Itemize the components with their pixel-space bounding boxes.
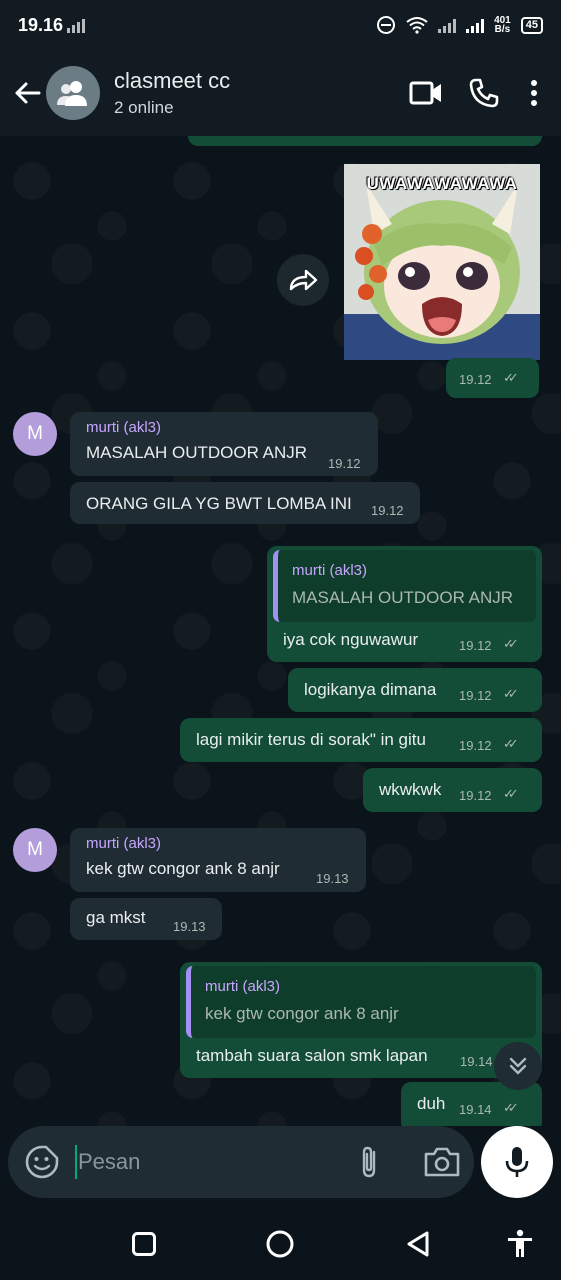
message-text: duh [417,1094,446,1113]
meme-image[interactable]: UWAWAWAWAWA [344,164,540,360]
group-avatar-icon [57,81,87,106]
quoted-sender: murti (akl3) [292,562,368,579]
incoming-message[interactable]: ga mkst 19.13 [70,898,222,940]
chat-header: clasmeet cc 2 online [0,50,561,136]
quoted-message[interactable]: murti (akl3) kek gtw congor ank 8 anjr [186,966,536,1038]
status-time: 19.16 [18,14,64,35]
dnd-icon [377,16,396,34]
quoted-message[interactable]: murti (akl3) MASALAH OUTDOOR ANJR [273,550,536,622]
quoted-text: kek gtw congor ank 8 anjr [205,1004,399,1023]
message-time: 19.14 [460,1054,493,1069]
outgoing-message[interactable]: wkwkwk 19.12 ✓✓ [363,768,542,812]
no-signal-icon [67,17,86,33]
message-text: wkwkwk [379,780,442,799]
chat-subtitle: 2 online [114,98,174,117]
message-composer [8,1126,474,1198]
outgoing-reply-message[interactable]: murti (akl3) MASALAH OUTDOOR ANJR iya co… [267,546,542,662]
forward-button[interactable] [277,254,329,306]
signal-icon-2 [466,17,485,33]
accessibility-button[interactable] [500,1224,540,1264]
message-time: 19.14 [459,1102,492,1117]
incoming-message[interactable]: murti (akl3) MASALAH OUTDOOR ANJR 19.12 [70,412,378,476]
message-time: 19.13 [173,919,206,934]
message-time: 19.12 [459,688,492,703]
triangle-back-icon [407,1231,429,1257]
signal-icon-1 [438,17,457,33]
incoming-message[interactable]: ORANG GILA YG BWT LOMBA INI 19.12 [70,482,420,524]
scroll-to-bottom-button[interactable] [494,1042,542,1090]
back-button[interactable] [2,68,52,118]
image-time-bubble: 19.12 ✓✓ [446,358,539,398]
message-text: iya cok nguwawur [283,630,419,649]
quoted-sender: murti (akl3) [205,978,281,995]
message-text: kek gtw congor ank 8 anjr [86,859,280,878]
message-input[interactable] [78,1144,328,1180]
message-time: 19.13 [316,871,349,886]
message-time: 19.12 [459,372,492,387]
phone-call-icon [469,78,499,108]
meme-caption: UWAWAWAWAWA [366,174,518,193]
message-text: tambah suara salon smk lapan [196,1046,428,1065]
read-ticks-icon: ✓✓ [503,370,519,385]
sender-name[interactable]: murti (akl3) [86,419,161,436]
sticker-emoji-icon[interactable] [24,1144,60,1180]
voice-record-button[interactable] [481,1126,553,1198]
message-time: 19.12 [459,638,492,653]
circle-icon [266,1230,294,1258]
video-call-button[interactable] [401,68,451,118]
back-nav-button[interactable] [398,1224,438,1264]
status-bar: 19.16 401 B/s 45 [0,0,561,50]
message-text: lagi mikir terus di sorak" in gitu [196,730,426,749]
previous-message-edge [188,136,542,146]
message-time: 19.12 [459,788,492,803]
double-chevron-down-icon [509,1057,527,1075]
system-navigation-bar [0,1204,561,1280]
microphone-icon [505,1147,529,1177]
net-speed: 401 B/s [494,15,511,35]
message-text: MASALAH OUTDOOR ANJR [86,443,308,462]
wifi-icon [406,17,428,34]
chat-title: clasmeet cc [114,68,231,93]
message-time: 19.12 [328,456,361,471]
read-ticks-icon: ✓✓ [503,1100,519,1115]
attach-clip-icon[interactable] [352,1144,388,1180]
camera-icon[interactable] [422,1144,462,1180]
home-button[interactable] [260,1224,300,1264]
read-ticks-icon: ✓✓ [503,686,519,701]
outgoing-message[interactable]: lagi mikir terus di sorak" in gitu 19.12… [180,718,542,762]
read-ticks-icon: ✓✓ [503,736,519,751]
video-call-icon [409,81,441,105]
battery-indicator: 45 [520,16,543,34]
more-menu-icon [531,80,537,106]
voice-call-button[interactable] [459,68,509,118]
recents-button[interactable] [124,1224,164,1264]
square-icon [132,1232,156,1256]
quoted-text: MASALAH OUTDOOR ANJR [292,588,514,607]
forward-arrow-icon [289,269,318,291]
sender-name[interactable]: murti (akl3) [86,835,161,852]
back-arrow-icon [15,82,41,104]
accessibility-icon [508,1229,532,1257]
chat-titles[interactable]: clasmeet cc 2 online [114,68,401,118]
more-menu-button[interactable] [517,68,551,118]
message-time: 19.12 [371,503,404,518]
message-time: 19.12 [459,738,492,753]
message-text: ga mkst [86,908,146,927]
group-avatar[interactable] [46,66,100,120]
avatar[interactable]: M [13,828,57,872]
message-text: ORANG GILA YG BWT LOMBA INI [86,494,352,513]
outgoing-reply-message[interactable]: murti (akl3) kek gtw congor ank 8 anjr t… [180,962,542,1078]
message-text: logikanya dimana [304,680,437,699]
incoming-message[interactable]: murti (akl3) kek gtw congor ank 8 anjr 1… [70,828,366,892]
chat-area[interactable]: UWAWAWAWAWA 19.12 ✓✓ M murti (akl3) MASA… [0,136,561,1126]
read-ticks-icon: ✓✓ [503,636,519,651]
text-caret [75,1145,77,1179]
outgoing-message[interactable]: logikanya dimana 19.12 ✓✓ [288,668,542,712]
avatar[interactable]: M [13,412,57,456]
read-ticks-icon: ✓✓ [503,786,519,801]
